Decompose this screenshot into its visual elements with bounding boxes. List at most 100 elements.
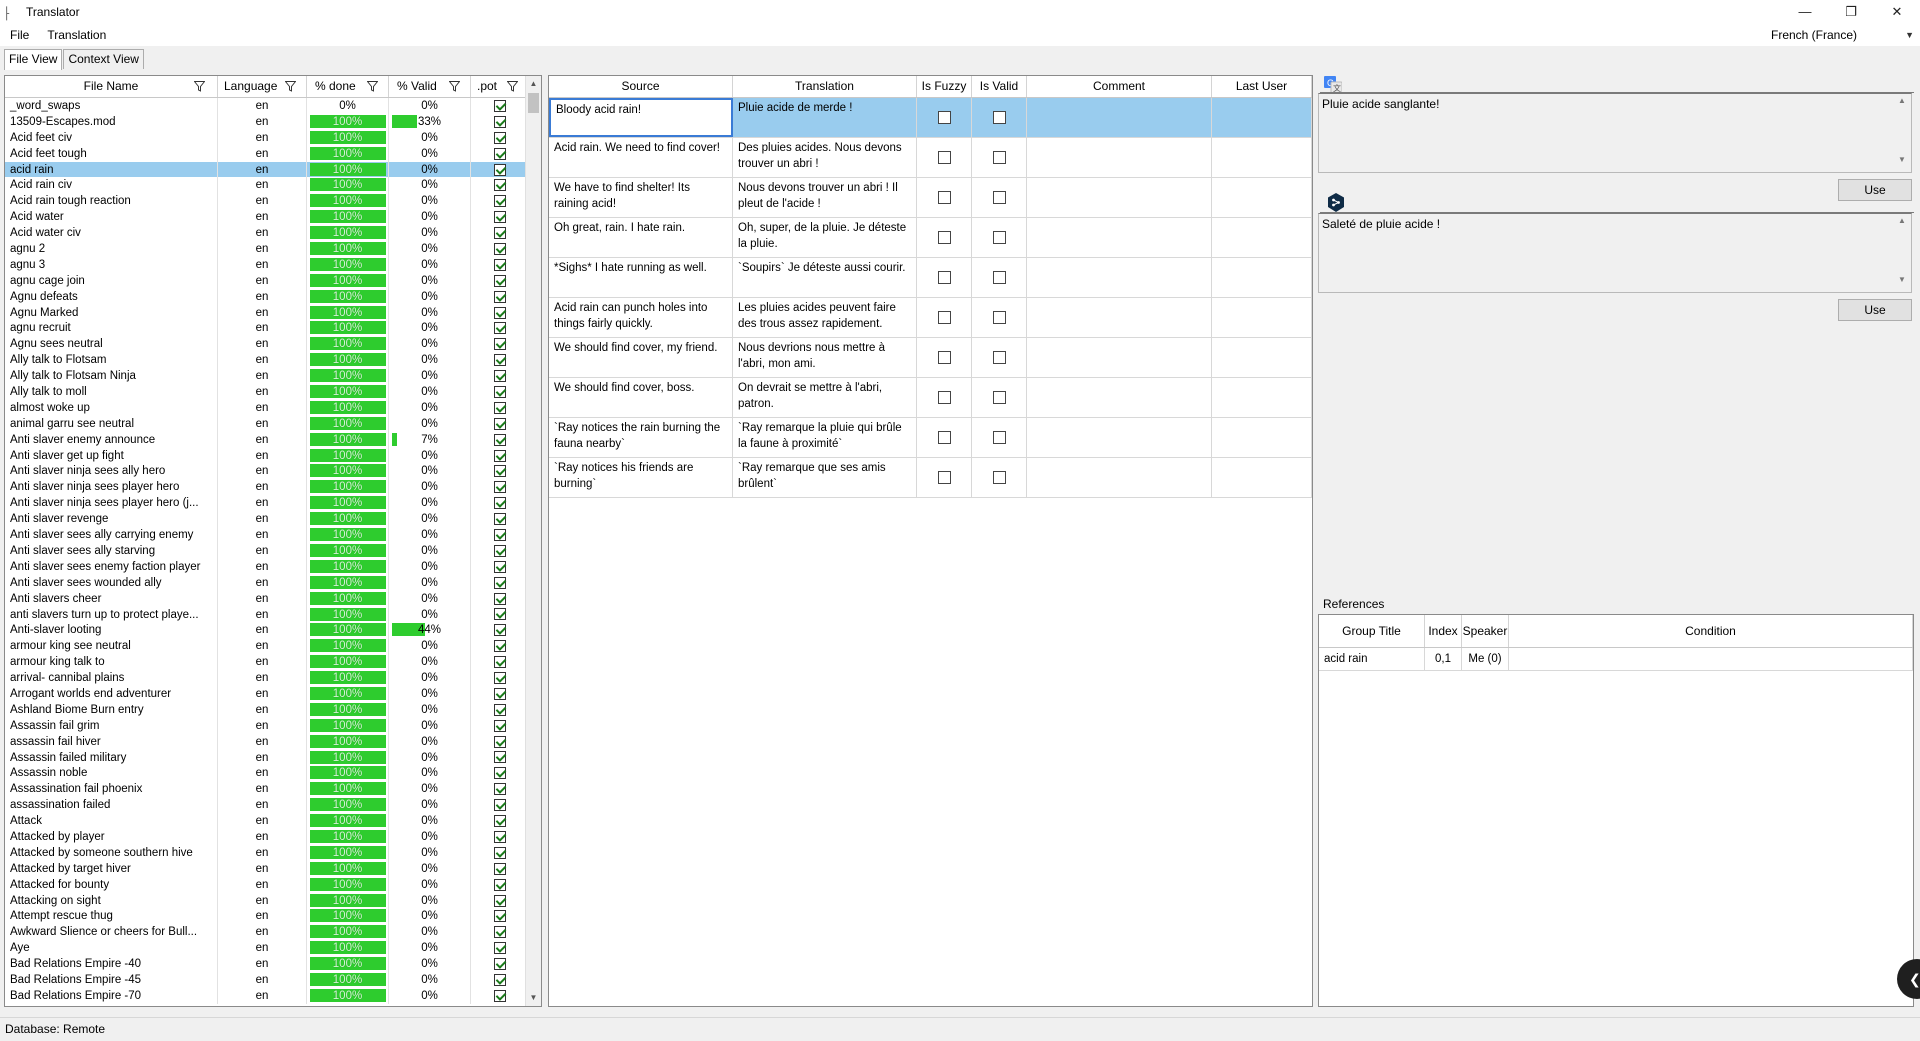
source-cell[interactable]: *Sighs* I hate running as well. (549, 258, 733, 297)
comment-cell[interactable] (1027, 378, 1212, 417)
file-row[interactable]: Agnu defeats en 100% 0% (5, 288, 541, 305)
pot-checkbox[interactable] (494, 767, 506, 780)
pot-checkbox[interactable] (494, 672, 506, 685)
suggestion-deepl-text[interactable]: Saleté de pluie acide ! ▲ ▼ (1318, 213, 1912, 293)
translation-cell[interactable]: On devrait se mettre à l'abri, patron. (733, 378, 917, 417)
pot-checkbox[interactable] (494, 751, 506, 764)
pot-checkbox[interactable] (494, 544, 506, 557)
file-row[interactable]: Bad Relations Empire -70 en 100% 0% (5, 987, 541, 1004)
file-row[interactable]: Awkward Slience or cheers for Bull... en 1… (5, 924, 541, 941)
file-row[interactable]: assassin fail hiver en 100% 0% (5, 733, 541, 750)
file-row[interactable]: Ally talk to moll en 100% 0% (5, 384, 541, 400)
header-speaker[interactable]: Speaker (1462, 615, 1509, 647)
pot-checkbox[interactable] (494, 274, 506, 287)
file-row[interactable]: agnu recruit en 100% 0% (5, 320, 541, 337)
file-row[interactable]: Anti slaver sees enemy faction player en 1… (5, 558, 541, 575)
close-button[interactable]: ✕ (1874, 0, 1920, 24)
pot-checkbox[interactable] (494, 719, 506, 732)
header-group-title[interactable]: Group Title (1319, 615, 1425, 647)
header-last-user[interactable]: Last User (1212, 76, 1312, 97)
file-row[interactable]: Attacked for bounty en 100% 0% (5, 876, 541, 893)
pot-checkbox[interactable] (494, 227, 506, 240)
file-row[interactable]: Anti slaver enemy announce en 100% 7% (5, 431, 541, 448)
pot-checkbox[interactable] (494, 513, 506, 526)
comment-cell[interactable] (1027, 178, 1212, 217)
pot-checkbox[interactable] (494, 624, 506, 637)
pot-checkbox[interactable] (494, 894, 506, 907)
is-valid-checkbox[interactable] (992, 471, 1006, 484)
file-row[interactable]: Anti slaver get up fight en 100% 0% (5, 447, 541, 464)
file-row[interactable]: Assassin noble en 100% 0% (5, 765, 541, 782)
pot-checkbox[interactable] (494, 529, 506, 542)
source-cell[interactable]: We have to find shelter! Its raining aci… (549, 178, 733, 217)
pot-checkbox[interactable] (494, 290, 506, 303)
is-valid-checkbox[interactable] (992, 111, 1006, 124)
pot-checkbox[interactable] (494, 147, 506, 160)
file-row[interactable]: Ally talk to Flotsam en 100% 0% (5, 352, 541, 369)
pot-checkbox[interactable] (494, 370, 506, 383)
pot-checkbox[interactable] (494, 830, 506, 843)
source-cell[interactable]: `Ray notices his friends are burning` (549, 458, 733, 497)
translation-cell[interactable]: Nous devrions nous mettre à l'abri, mon … (733, 338, 917, 377)
comment-cell[interactable] (1027, 218, 1212, 257)
pot-checkbox[interactable] (494, 386, 506, 398)
scrollbar-thumb[interactable] (528, 93, 539, 113)
file-row[interactable]: agnu 2 en 100% 0% (5, 241, 541, 257)
comment-cell[interactable] (1027, 138, 1212, 177)
is-fuzzy-checkbox[interactable] (937, 111, 951, 124)
is-valid-checkbox[interactable] (992, 151, 1006, 164)
pot-checkbox[interactable] (494, 163, 506, 176)
file-row[interactable]: Agnu sees neutral en 100% 0% (5, 336, 541, 353)
header-valid[interactable]: % Valid (389, 76, 471, 97)
source-cell[interactable]: Oh great, rain. I hate rain. (549, 218, 733, 257)
header-condition[interactable]: Condition (1509, 615, 1913, 647)
file-row[interactable]: 13509-Escapes.mod en 100% 33% (5, 113, 541, 130)
file-row[interactable]: Ashland Biome Burn entry en 100% 0% (5, 701, 541, 718)
translation-row[interactable]: We should find cover, boss. On devrait se… (549, 378, 1312, 418)
file-row[interactable]: Bad Relations Empire -45 en 100% 0% (5, 971, 541, 988)
file-row[interactable]: Acid feet civ en 100% 0% (5, 129, 541, 146)
filter-icon[interactable] (367, 81, 378, 92)
pot-checkbox[interactable] (494, 401, 506, 414)
translation-cell[interactable]: Des pluies acides. Nous devons trouver u… (733, 138, 917, 177)
is-valid-checkbox[interactable] (992, 431, 1006, 444)
pot-checkbox[interactable] (494, 608, 506, 621)
file-row[interactable]: arrival- cannibal plains en 100% 0% (5, 670, 541, 686)
source-cell[interactable]: Bloody acid rain! (549, 98, 733, 137)
header-index[interactable]: Index (1425, 615, 1462, 647)
translation-cell[interactable]: `Ray remarque que ses amis brûlent` (733, 458, 917, 497)
comment-cell[interactable] (1027, 418, 1212, 457)
tab-context-view[interactable]: Context View (63, 49, 144, 69)
file-row[interactable]: Acid rain civ en 100% 0% (5, 177, 541, 194)
is-fuzzy-checkbox[interactable] (937, 391, 951, 404)
pot-checkbox[interactable] (494, 989, 506, 1002)
pot-checkbox[interactable] (494, 973, 506, 986)
is-fuzzy-checkbox[interactable] (937, 351, 951, 364)
translation-row[interactable]: Oh great, rain. I hate rain. Oh, super, d… (549, 218, 1312, 258)
file-row[interactable]: Arrogant worlds end adventurer en 100% 0% (5, 685, 541, 702)
pot-checkbox[interactable] (494, 211, 506, 224)
header-language[interactable]: Language (218, 76, 307, 97)
filter-icon[interactable] (194, 81, 205, 92)
use-google-button[interactable]: Use (1838, 179, 1912, 201)
translation-cell[interactable]: `Soupirs` Je déteste aussi courir. (733, 258, 917, 297)
reference-row[interactable]: acid rain 0,1 Me (0) (1319, 648, 1913, 671)
file-row[interactable]: Anti slaver ninja sees ally hero en 100% 0% (5, 463, 541, 480)
file-row[interactable]: agnu 3 en 100% 0% (5, 256, 541, 273)
translation-row[interactable]: We have to find shelter! Its raining aci… (549, 178, 1312, 218)
header-done[interactable]: % done (307, 76, 389, 97)
menu-translation[interactable]: Translation (39, 24, 114, 46)
pot-checkbox[interactable] (494, 735, 506, 748)
translation-cell[interactable]: Nous devons trouver un abri ! Il pleut d… (733, 178, 917, 217)
pot-checkbox[interactable] (494, 942, 506, 955)
translation-row[interactable]: Acid rain. We need to find cover! Des plu… (549, 138, 1312, 178)
translation-row[interactable]: `Ray notices his friends are burning` `Ra… (549, 458, 1312, 498)
pot-checkbox[interactable] (494, 195, 506, 208)
pot-checkbox[interactable] (494, 115, 506, 128)
pot-checkbox[interactable] (494, 417, 506, 430)
pot-checkbox[interactable] (494, 306, 506, 319)
scroll-up-icon[interactable]: ▲ (526, 76, 541, 92)
pot-checkbox[interactable] (494, 640, 506, 653)
pot-checkbox[interactable] (494, 687, 506, 700)
pot-checkbox[interactable] (494, 449, 506, 462)
